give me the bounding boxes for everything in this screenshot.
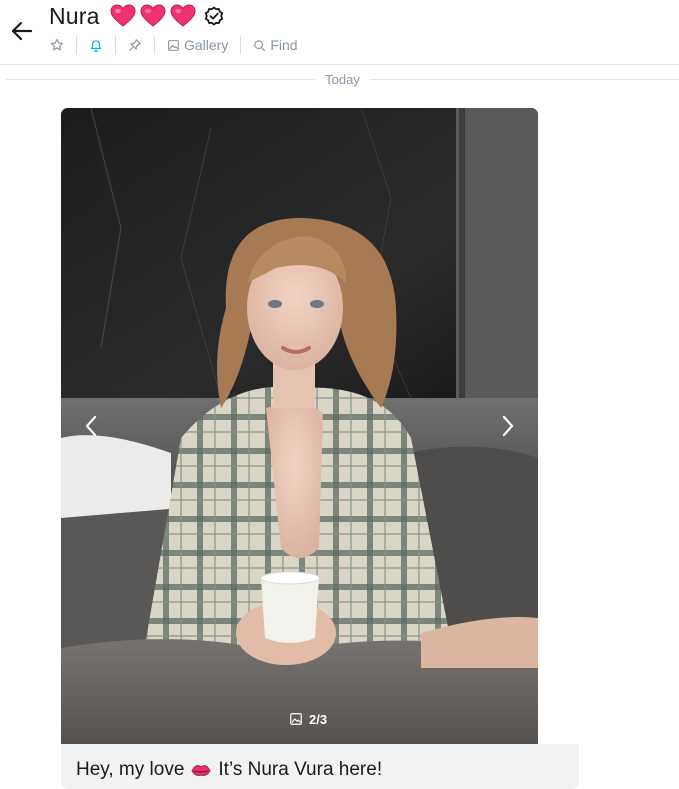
message-text: Hey, my love It’s Nura Vura here! (76, 759, 382, 781)
heart-icon (110, 4, 136, 27)
photo-image (61, 108, 538, 744)
date-divider: Today (6, 70, 679, 88)
gallery-label: Gallery (184, 37, 229, 53)
find-label: Find (270, 37, 298, 53)
chevron-left-icon (85, 415, 97, 437)
gallery-button[interactable]: Gallery (155, 34, 240, 56)
star-icon (50, 38, 64, 51)
back-button[interactable] (8, 17, 36, 45)
message-photo[interactable] (61, 108, 538, 744)
pin-button[interactable] (116, 34, 154, 56)
favorite-button[interactable] (44, 34, 76, 56)
date-label: Today (325, 71, 360, 87)
previous-photo-button[interactable] (79, 408, 103, 444)
message-text-part: It’s Nura Vura here! (218, 759, 383, 780)
divider-line (369, 78, 679, 80)
divider-line (6, 78, 316, 80)
heart-icon (140, 4, 166, 27)
search-icon (254, 39, 266, 51)
contact-name[interactable]: Nura (49, 3, 100, 30)
chat-header: Nura Gallery Find (0, 0, 679, 65)
title-row: Nura (49, 2, 224, 30)
pin-icon (129, 39, 141, 51)
next-photo-button[interactable] (496, 408, 520, 444)
chevron-right-icon (502, 415, 514, 437)
find-button[interactable]: Find (241, 34, 309, 56)
media-counter: 2/3 (289, 709, 327, 729)
media-counter-label: 2/3 (309, 711, 328, 727)
message-text-part: Hey, my love (76, 759, 185, 780)
image-icon (290, 713, 302, 725)
heart-icon (170, 4, 196, 27)
verified-icon (204, 6, 223, 26)
chat-toolbar: Gallery Find (44, 34, 310, 56)
bell-icon (90, 40, 102, 52)
notifications-button[interactable] (77, 34, 115, 56)
arrow-left-icon (11, 21, 33, 41)
image-icon (168, 39, 179, 51)
kiss-icon (191, 765, 211, 776)
